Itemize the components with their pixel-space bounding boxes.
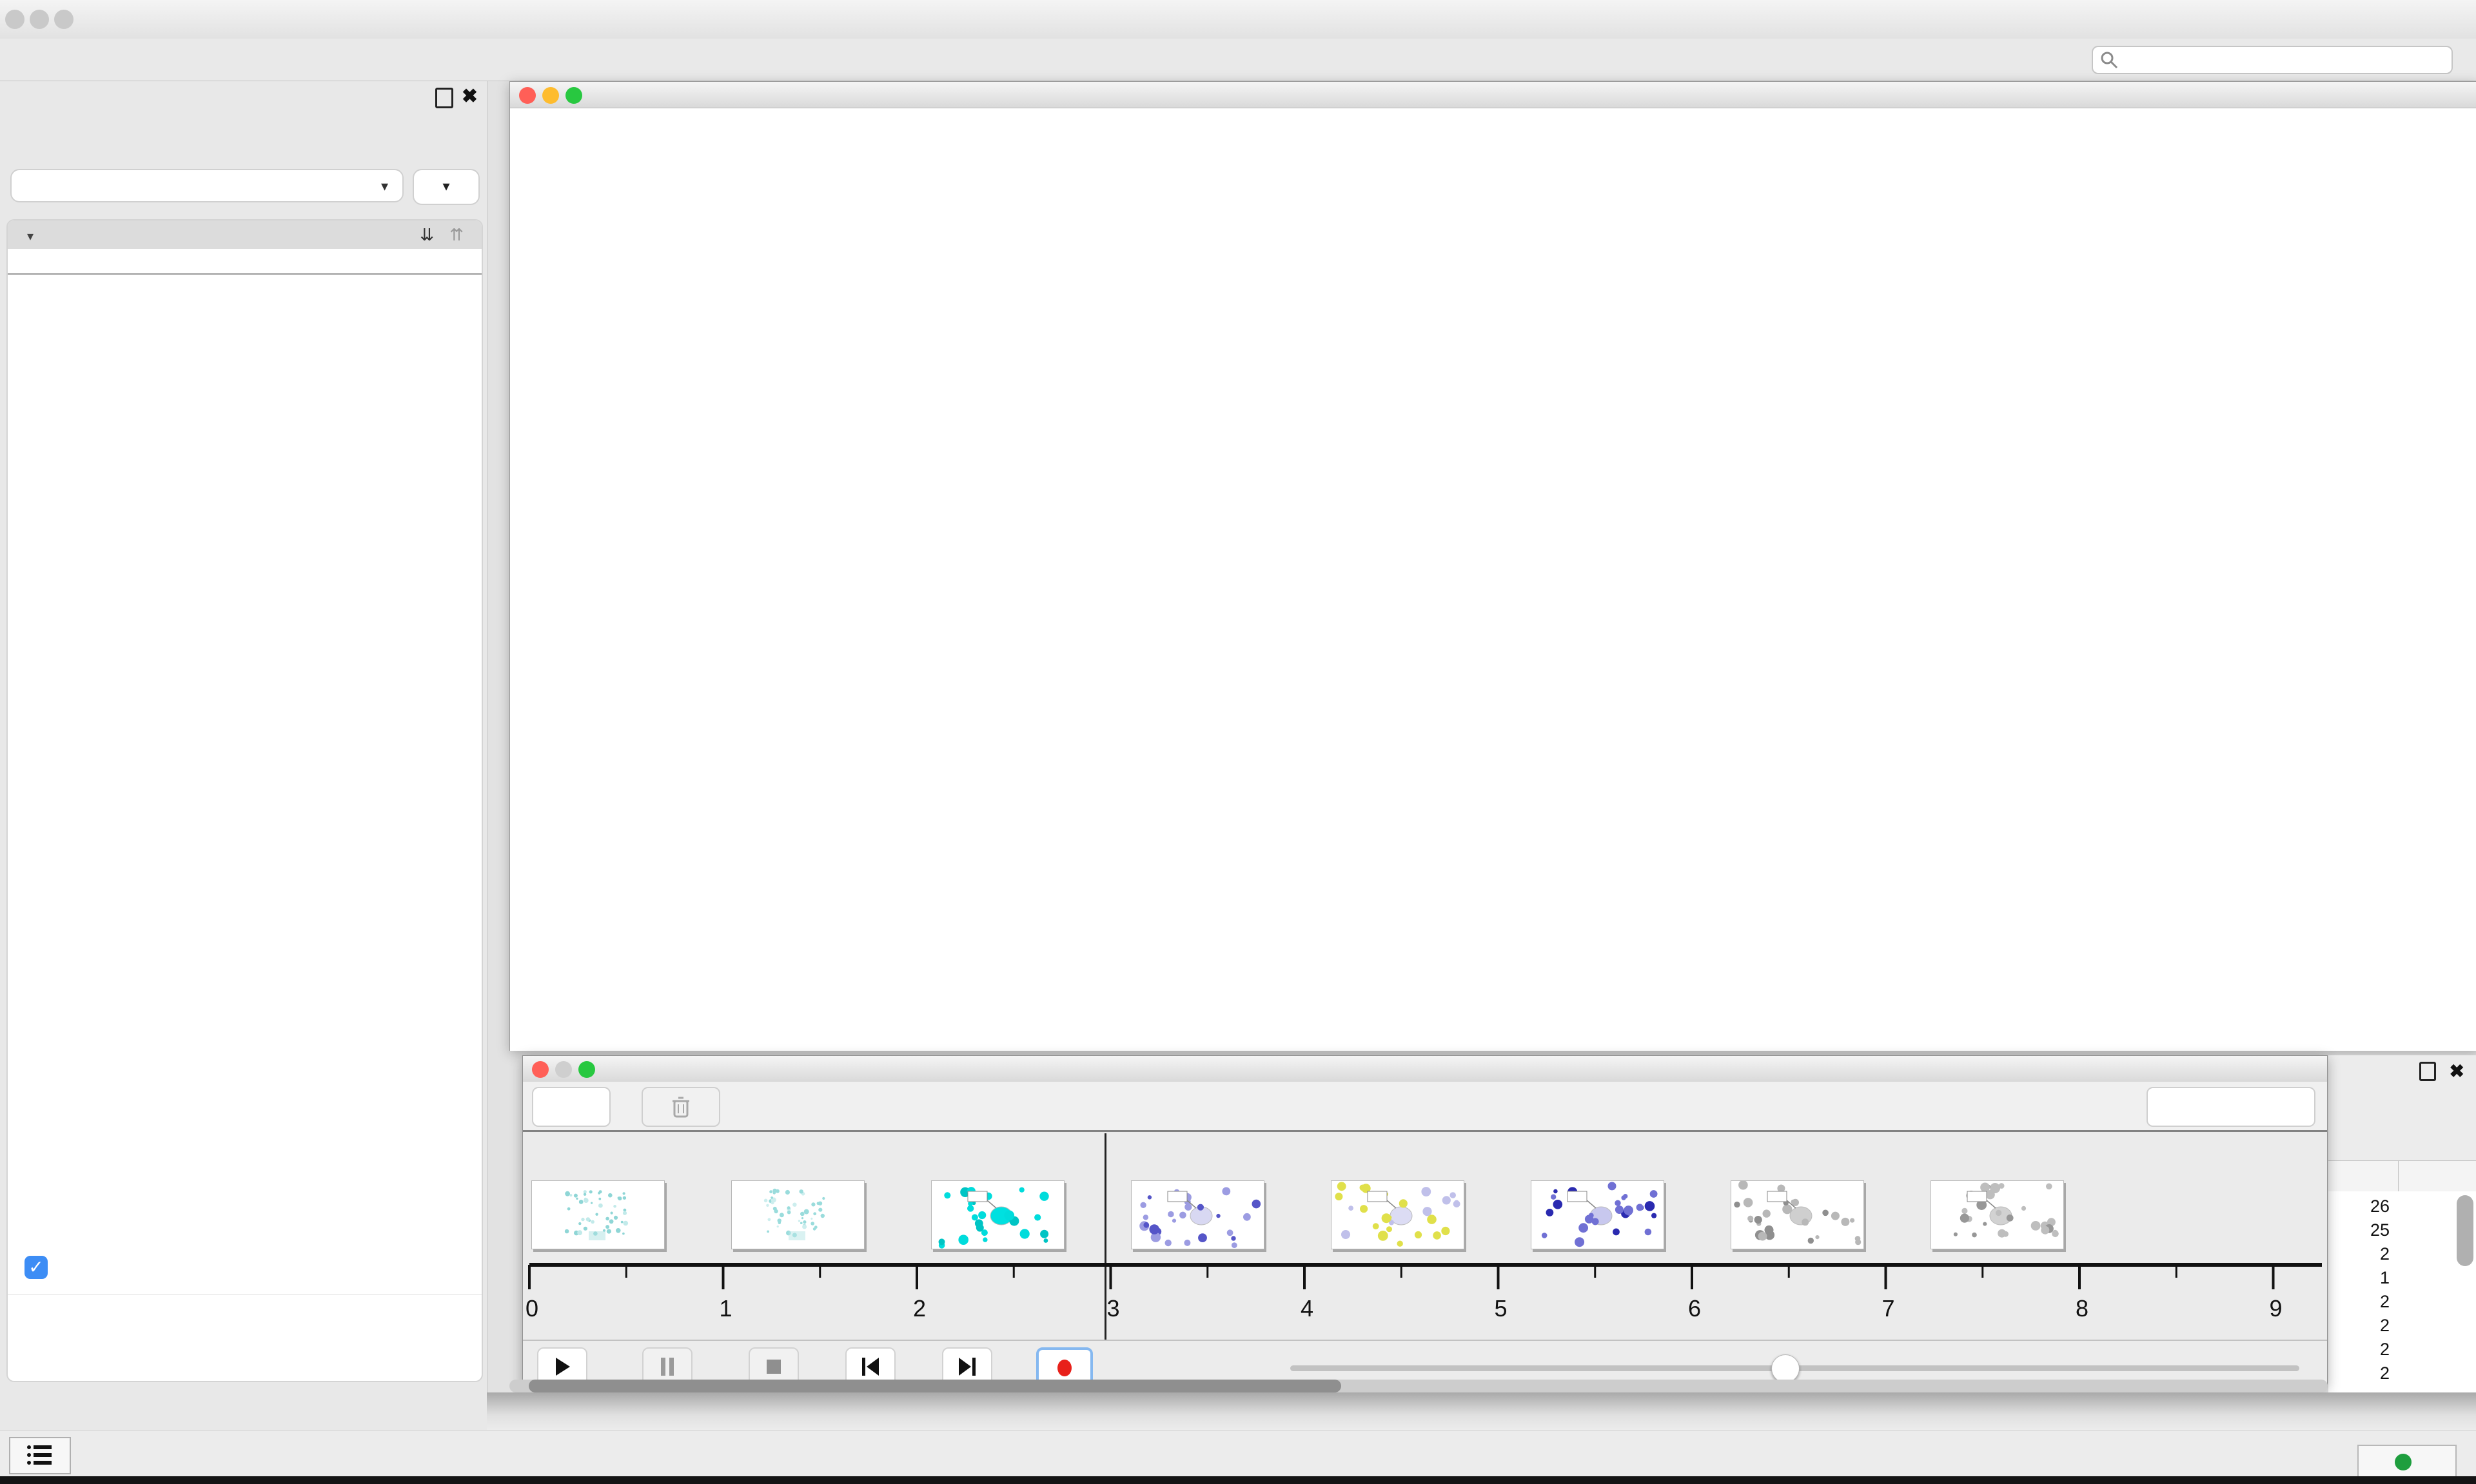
frame-thumbnail [1731, 1181, 1863, 1249]
table-cell-value[interactable]: 2 [2328, 1292, 2390, 1312]
stop-icon [765, 1358, 782, 1375]
frame-thumbnail [932, 1181, 1064, 1249]
window-titlebar [0, 0, 2476, 39]
timeline-tick-label: 1 [720, 1295, 732, 1322]
minimize-traffic-light[interactable] [542, 87, 559, 104]
timeline-frame-6[interactable] [1731, 1180, 1864, 1249]
zoom-traffic-light[interactable] [578, 1061, 595, 1078]
timeline-tick-label: 6 [1688, 1295, 1701, 1322]
table-panel-tabbar [487, 1392, 2476, 1430]
cyanimator-window: 0 1 2 3 4 5 6 7 8 9 [522, 1055, 2328, 1387]
screen-bottom-strip [0, 1476, 2476, 1484]
close-icon[interactable]: ✖ [462, 85, 478, 108]
pause-icon [659, 1356, 676, 1377]
table-cell-value[interactable]: 26 [2328, 1196, 2390, 1216]
frame-thumbnail [1331, 1181, 1464, 1249]
show-panels-button[interactable] [9, 1437, 71, 1474]
table-header-row [2328, 1160, 2476, 1193]
cyanimator-timeline: 0 1 2 3 4 5 6 7 8 9 [523, 1132, 2327, 1340]
timeline-frame-5[interactable] [1531, 1180, 1664, 1249]
frame-thumbnail [1931, 1181, 2063, 1249]
timeline-tick-label: 9 [2270, 1295, 2283, 1322]
zoom-traffic-light[interactable] [565, 87, 582, 104]
timeline-tick-label: 4 [1301, 1295, 1313, 1322]
checkbox-checked-icon[interactable]: ✓ [25, 1256, 48, 1279]
search-input[interactable] [2119, 50, 2445, 71]
table-cell-value[interactable]: 2 [2328, 1244, 2390, 1264]
frame-thumbnail [1132, 1181, 1264, 1249]
search-field[interactable] [2092, 46, 2453, 74]
table-vertical-scrollbar[interactable] [2457, 1195, 2473, 1266]
timeline-frame-7[interactable] [1931, 1180, 2064, 1249]
delete-frame-button[interactable] [642, 1087, 720, 1127]
expand-all-icon[interactable]: ⇊ [420, 220, 434, 249]
minimize-traffic-light[interactable] [30, 10, 49, 29]
status-bar [0, 1430, 2476, 1477]
horizontal-scrollbar-thumb[interactable] [529, 1380, 1341, 1392]
close-traffic-light[interactable] [532, 1061, 549, 1078]
timeline-tick-label: 5 [1495, 1295, 1508, 1322]
table-cell-value[interactable]: 2 [2328, 1363, 2390, 1383]
timeline-tick-label: 2 [913, 1295, 926, 1322]
float-window-icon[interactable] [435, 88, 453, 108]
list-icon [26, 1443, 54, 1467]
timeline-tick-label: 0 [526, 1295, 538, 1322]
properties-panel: ▾ ⇊ ⇈ ✓ [6, 219, 483, 1382]
window-traffic-lights[interactable] [5, 10, 79, 32]
table-panel-partial: ✖ 26 25 2 1 2 2 2 2 [2328, 1055, 2476, 1392]
slider-thumb[interactable] [1771, 1354, 1800, 1383]
animation-speed-slider[interactable] [1290, 1365, 2299, 1371]
timeline-tick-label: 7 [1882, 1295, 1895, 1322]
memory-status-icon [2395, 1454, 2412, 1470]
properties-column-header [8, 249, 482, 275]
timeline-ruler: 0 1 2 3 4 5 6 7 8 9 [523, 1261, 2328, 1322]
network-window [509, 81, 2476, 1051]
timeline-tick-label: 8 [2076, 1295, 2088, 1322]
properties-header[interactable]: ▾ ⇊ ⇈ [8, 220, 482, 249]
table-body: 26 25 2 1 2 2 2 2 [2328, 1191, 2476, 1392]
table-cell-value[interactable]: 25 [2328, 1220, 2390, 1240]
add-frame-button[interactable] [532, 1087, 611, 1127]
timeline-frame-3[interactable] [1131, 1180, 1264, 1249]
style-options-button[interactable]: ▾ [413, 169, 480, 205]
network-canvas[interactable] [510, 108, 2476, 1051]
skip-end-icon [958, 1356, 977, 1377]
chevron-down-icon: ▾ [442, 178, 449, 194]
frame-thumbnail [532, 1181, 664, 1249]
timeline-tick-label: 3 [1107, 1295, 1120, 1322]
table-cell-value[interactable]: 2 [2328, 1340, 2390, 1360]
cyanimator-titlebar[interactable] [523, 1056, 2327, 1082]
close-icon[interactable]: ✖ [2450, 1060, 2464, 1082]
clear-all-frames-button[interactable] [2147, 1087, 2315, 1127]
search-icon [2099, 50, 2119, 70]
timeline-frame-1[interactable] [731, 1180, 865, 1249]
table-cell-value[interactable]: 2 [2328, 1316, 2390, 1336]
record-icon [1054, 1358, 1075, 1378]
control-panel: ✖ ▾ ▾ ▾ ⇊ ⇈ ✓ [0, 81, 487, 1430]
skip-start-icon [861, 1356, 880, 1377]
style-selector[interactable]: ▾ [10, 169, 404, 202]
lock-node-size-row[interactable]: ✓ [8, 1245, 482, 1291]
chevron-down-icon: ▾ [381, 170, 388, 202]
minimize-traffic-light[interactable] [555, 1061, 572, 1078]
table-cell-value[interactable]: 1 [2328, 1268, 2390, 1288]
horizontal-scrollbar[interactable] [509, 1380, 2328, 1392]
timeline-frame-2[interactable] [931, 1180, 1065, 1249]
memory-button[interactable] [2357, 1445, 2457, 1479]
play-icon [553, 1356, 571, 1377]
cyanimator-toolbar [523, 1082, 2327, 1132]
close-traffic-light[interactable] [519, 87, 536, 104]
close-traffic-light[interactable] [5, 10, 25, 29]
timeline-frame-4[interactable] [1331, 1180, 1464, 1249]
network-window-titlebar[interactable] [510, 82, 2476, 108]
frame-thumbnail [732, 1181, 864, 1249]
collapse-all-icon[interactable]: ⇈ [449, 220, 464, 249]
zoom-traffic-light[interactable] [54, 10, 74, 29]
chevron-down-icon: ▾ [27, 229, 34, 244]
main-toolbar [0, 39, 2476, 81]
frame-thumbnail [1531, 1181, 1664, 1249]
trash-icon [671, 1095, 691, 1118]
float-window-icon[interactable] [2419, 1062, 2436, 1081]
timeline-frame-0[interactable] [531, 1180, 665, 1249]
